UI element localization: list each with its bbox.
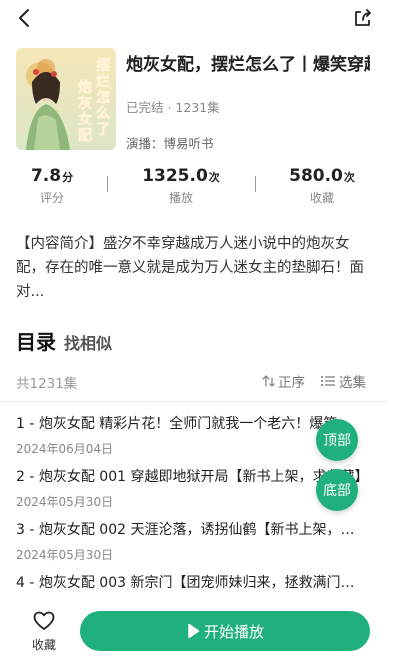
share-icon bbox=[355, 9, 371, 26]
stat-label: 收藏 bbox=[309, 191, 334, 205]
book-intro[interactable]: 【内容简介】盛汐不幸穿越成万人迷小说中的炮灰女配，存在的唯一意义就是成为万人迷女… bbox=[16, 232, 378, 304]
svg-text:灰: 灰 bbox=[78, 95, 92, 112]
episode-title: 3 - 炮灰女配 002 天涯沦落，诱拐仙鹤【新书上架，… bbox=[16, 522, 355, 538]
start-play-button[interactable]: 开始播放 bbox=[80, 611, 370, 651]
svg-text:配: 配 bbox=[78, 128, 92, 144]
episode-count: 共1231集 bbox=[16, 376, 78, 392]
start-play-label: 开始播放 bbox=[203, 622, 264, 641]
list-icon bbox=[320, 375, 335, 387]
heart-icon bbox=[33, 611, 55, 630]
select-label: 选集 bbox=[339, 375, 366, 391]
stat-unit: 分 bbox=[62, 171, 74, 184]
divider bbox=[0, 401, 388, 402]
select-episodes-button[interactable]: 选集 bbox=[320, 371, 366, 391]
stat-divider bbox=[107, 176, 108, 192]
narrator-prefix: 演播： bbox=[126, 136, 164, 151]
episode-title: 4 - 炮灰女配 003 新宗门【团宠师妹归来，拯救满门… bbox=[16, 575, 355, 591]
book-status: 已完结 · 1231集 bbox=[126, 100, 220, 115]
svg-text:么: 么 bbox=[96, 106, 110, 122]
svg-text:怎: 怎 bbox=[96, 89, 110, 106]
back-chevron-icon bbox=[19, 9, 29, 27]
episode-date: 2024年05月30日 bbox=[16, 548, 114, 562]
book-title: 炮灰女配，摆烂怎么了丨爆笑穿越 bbox=[126, 55, 370, 74]
stat-plays: 1325.0次 播放 bbox=[121, 166, 241, 206]
scroll-bottom-button[interactable]: 底部 bbox=[316, 469, 358, 511]
back-button[interactable] bbox=[10, 4, 38, 32]
stat-unit: 次 bbox=[343, 171, 355, 184]
catalog-header: 目录 找相似 bbox=[16, 326, 112, 354]
sort-label: 正序 bbox=[278, 375, 305, 391]
top-bar bbox=[0, 0, 402, 36]
sort-icon bbox=[262, 375, 275, 387]
svg-text:烂: 烂 bbox=[96, 73, 110, 90]
similar-tab[interactable]: 找相似 bbox=[64, 330, 112, 354]
svg-text:了: 了 bbox=[96, 122, 110, 138]
stat-rating: 7.8分 评分 bbox=[0, 166, 112, 206]
stat-unit: 次 bbox=[208, 171, 220, 184]
episode-item[interactable]: 4 - 炮灰女配 003 新宗门【团宠师妹归来，拯救满门… bbox=[16, 573, 376, 593]
stat-favorites: 580.0次 收藏 bbox=[262, 166, 382, 206]
svg-text:炮: 炮 bbox=[78, 79, 92, 96]
favorite-label: 收藏 bbox=[31, 638, 56, 652]
svg-text:摆: 摆 bbox=[96, 57, 110, 74]
share-button[interactable] bbox=[350, 5, 376, 31]
stat-label: 播放 bbox=[168, 191, 193, 205]
sort-button[interactable]: 正序 bbox=[262, 371, 305, 391]
catalog-tab[interactable]: 目录 bbox=[16, 326, 56, 355]
play-icon bbox=[188, 623, 200, 639]
stat-label: 评分 bbox=[39, 191, 64, 205]
stat-value: 1325.0 bbox=[142, 166, 208, 186]
scroll-top-button[interactable]: 顶部 bbox=[316, 419, 358, 461]
stat-divider bbox=[255, 176, 256, 192]
svg-text:女: 女 bbox=[78, 111, 92, 128]
stat-value: 580.0 bbox=[289, 166, 343, 186]
episode-item[interactable]: 3 - 炮灰女配 002 天涯沦落，诱拐仙鹤【新书上架，… 2024年05月30… bbox=[16, 520, 376, 563]
stats-row: 7.8分 评分 1325.0次 播放 580.0次 收藏 bbox=[0, 166, 402, 210]
bottom-bar: 收藏 开始播放 bbox=[0, 603, 402, 661]
narrator-name[interactable]: 博易听书 bbox=[164, 136, 214, 151]
favorite-button[interactable]: 收藏 bbox=[24, 611, 64, 653]
book-narrator: 演播：博易听书 bbox=[126, 133, 214, 152]
book-cover: 摆 烂 怎 么 了 炮 灰 女 配 bbox=[16, 48, 116, 150]
stat-value: 7.8 bbox=[30, 166, 62, 186]
